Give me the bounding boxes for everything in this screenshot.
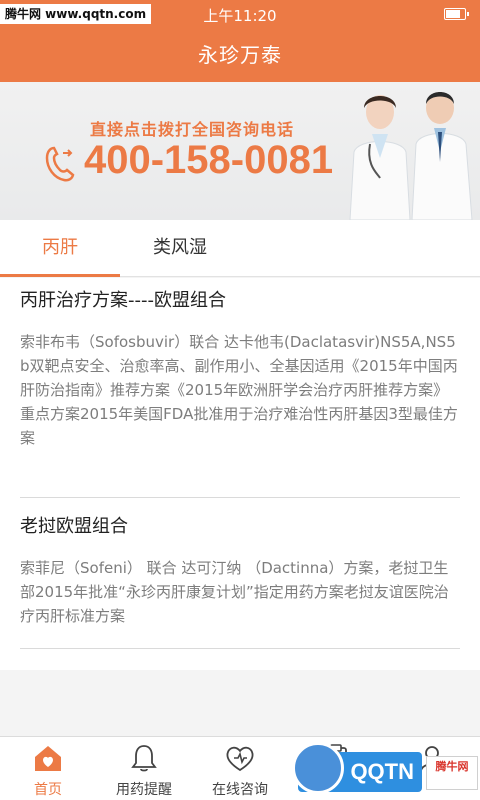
category-tabs: 丙肝 类风湿 [0,220,480,277]
status-bar: 腾牛网 www.qqtn.com 上午11:20 [0,0,480,28]
nav-label: 在线咨询 [212,782,268,798]
tab-label: 丙肝 [42,237,78,258]
qqtn-watermark-logo: QQTN 腾牛网 [292,736,478,798]
phone-number[interactable]: 400-158-0081 [84,138,333,183]
logo-side-text: 腾牛网 [426,756,478,790]
article-list: 丙肝治疗方案----欧盟组合 索非布韦（Sofosbuvir）联合 达卡他韦(D… [0,278,480,670]
article-title: 老挝欧盟组合 [20,516,128,537]
nav-online-consult[interactable]: 在线咨询 [192,737,288,800]
nav-label: 首页 [34,782,62,798]
call-banner[interactable]: 直接点击拨打全国咨询电话 400-158-0081 [0,82,480,220]
nav-medication-reminder[interactable]: 用药提醒 [96,737,192,800]
bell-icon [131,745,157,772]
banner-tagline: 直接点击拨打全国咨询电话 [90,120,295,139]
battery-level-fill [446,10,461,18]
list-item[interactable]: 丙肝治疗方案----欧盟组合 索非布韦（Sofosbuvir）联合 达卡他韦(D… [20,288,460,498]
status-time: 上午11:20 [203,7,277,25]
tab-label: 类风湿 [153,237,207,258]
list-item[interactable]: 老挝欧盟组合 索菲尼（Sofeni） 联合 达可汀纳 （Dactinna）方案，… [20,514,460,649]
heart-chat-icon [226,746,254,772]
logo-badge-icon [292,742,344,794]
battery-icon [444,8,469,20]
nav-home[interactable]: 首页 [0,737,96,800]
tab-rheumatoid[interactable]: 类风湿 [120,220,240,277]
active-tab-indicator [0,274,120,277]
doctors-illustration [349,92,473,220]
nav-label: 用药提醒 [116,782,172,798]
home-heart-icon [35,746,61,771]
article-description: 索菲尼（Sofeni） 联合 达可汀纳 （Dactinna）方案，老挝卫生部20… [20,559,449,625]
article-description: 索非布韦（Sofosbuvir）联合 达卡他韦(Daclatasvir)NS5A… [20,333,458,447]
phone-icon [45,146,75,182]
app-title-bar: 永珍万泰 [0,28,480,82]
page-title: 永珍万泰 [198,43,282,67]
tab-hepatitis-c[interactable]: 丙肝 [0,220,120,277]
article-title: 丙肝治疗方案----欧盟组合 [20,290,226,311]
